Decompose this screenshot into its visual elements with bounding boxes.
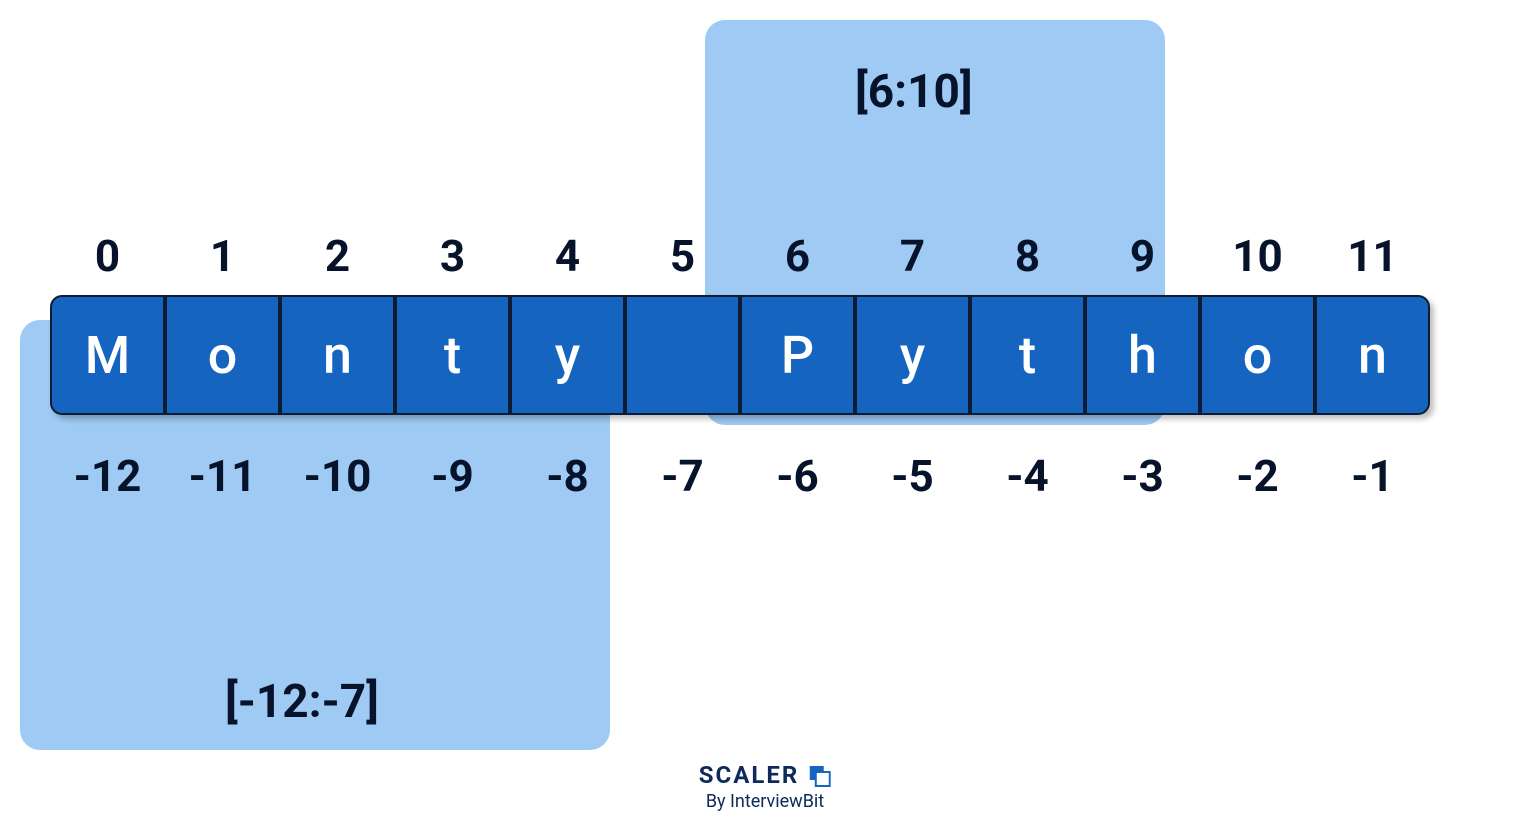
negative-index: -9 <box>395 450 510 502</box>
char-cell: o <box>165 295 280 415</box>
positive-index: 3 <box>395 230 510 282</box>
negative-index: -10 <box>280 450 395 502</box>
negative-index: -1 <box>1315 450 1430 502</box>
positive-index: 5 <box>625 230 740 282</box>
scaler-logo-icon <box>807 763 831 787</box>
negative-index: -7 <box>625 450 740 502</box>
positive-index: 11 <box>1315 230 1430 282</box>
char-cell: t <box>970 295 1085 415</box>
char-cell: o <box>1200 295 1315 415</box>
footer: SCALER By InterviewBit <box>699 761 831 812</box>
negative-index: -12 <box>50 450 165 502</box>
string-cells: M o n t y P y t h o n <box>50 295 1430 415</box>
positive-index: 4 <box>510 230 625 282</box>
positive-index: 7 <box>855 230 970 282</box>
footer-brand: SCALER <box>699 761 831 789</box>
positive-index: 1 <box>165 230 280 282</box>
negative-index: -2 <box>1200 450 1315 502</box>
positive-index: 2 <box>280 230 395 282</box>
negative-index-row: -12 -11 -10 -9 -8 -7 -6 -5 -4 -3 -2 -1 <box>50 450 1430 502</box>
negative-index: -3 <box>1085 450 1200 502</box>
negative-index: -6 <box>740 450 855 502</box>
char-cell: P <box>740 295 855 415</box>
negative-index: -11 <box>165 450 280 502</box>
positive-index: 8 <box>970 230 1085 282</box>
positive-index-row: 0 1 2 3 4 5 6 7 8 9 10 11 <box>50 230 1430 282</box>
char-cell: t <box>395 295 510 415</box>
positive-index: 6 <box>740 230 855 282</box>
char-cell: n <box>1315 295 1430 415</box>
string-cells-row: M o n t y P y t h o n <box>50 295 1430 415</box>
char-cell: n <box>280 295 395 415</box>
positive-index: 0 <box>50 230 165 282</box>
positive-index: 10 <box>1200 230 1315 282</box>
footer-byline: By InterviewBit <box>699 791 831 812</box>
negative-index: -4 <box>970 450 1085 502</box>
negative-index: -8 <box>510 450 625 502</box>
negative-index: -5 <box>855 450 970 502</box>
slice-label-negative: [-12:-7] <box>225 675 379 729</box>
brand-name: SCALER <box>699 761 799 789</box>
char-cell: y <box>510 295 625 415</box>
slice-label-positive: [6:10] <box>855 65 973 119</box>
char-cell: h <box>1085 295 1200 415</box>
char-cell: M <box>50 295 165 415</box>
positive-index: 9 <box>1085 230 1200 282</box>
char-cell: y <box>855 295 970 415</box>
char-cell <box>625 295 740 415</box>
